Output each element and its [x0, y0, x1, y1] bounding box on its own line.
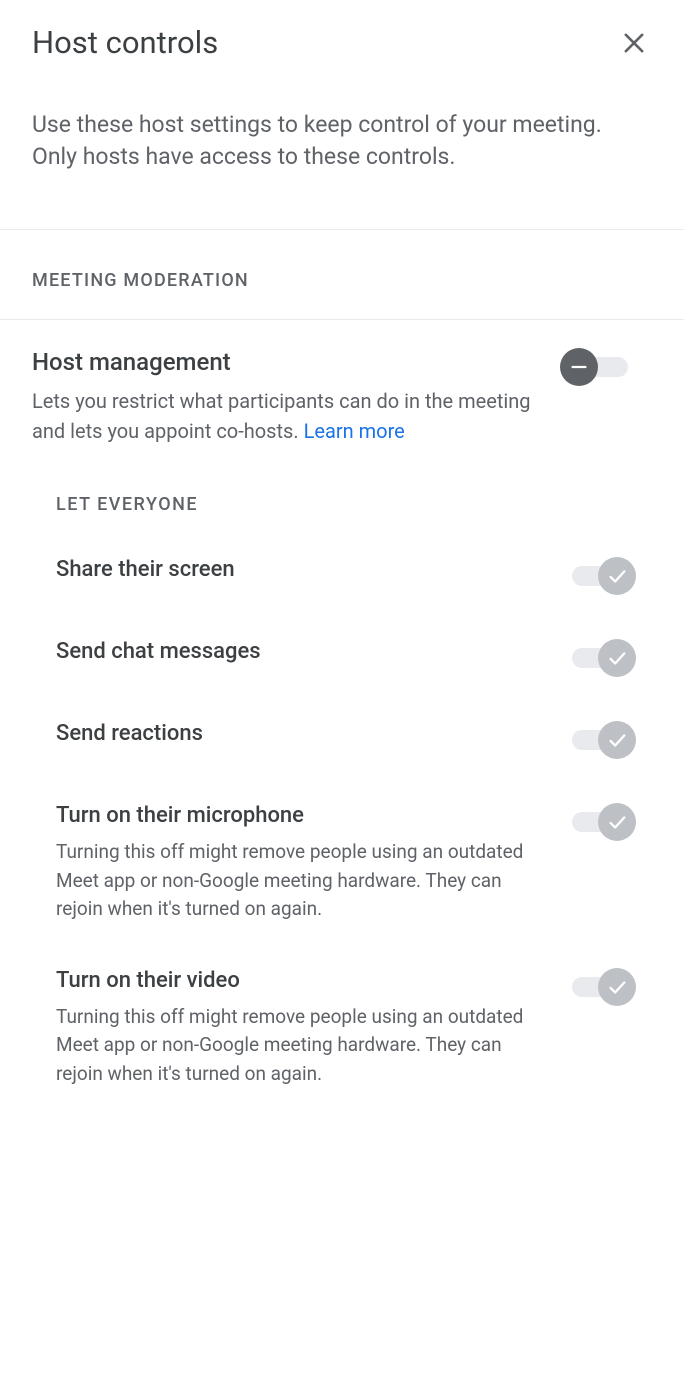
video-title: Turn on their video [56, 968, 540, 993]
microphone-description: Turning this off might remove people usi… [56, 838, 540, 924]
send-reactions-title: Send reactions [56, 721, 540, 746]
check-icon [606, 811, 628, 833]
video-description: Turning this off might remove people usi… [56, 1003, 540, 1089]
section-header-moderation: MEETING MODERATION [0, 230, 684, 320]
send-chat-toggle[interactable] [564, 639, 636, 677]
host-management-title: Host management [32, 348, 540, 376]
send-reactions-toggle[interactable] [564, 721, 636, 759]
page-title: Host controls [32, 24, 218, 61]
send-chat-title: Send chat messages [56, 639, 540, 664]
check-icon [606, 565, 628, 587]
let-everyone-header: LET EVERYONE [56, 494, 652, 515]
learn-more-link[interactable]: Learn more [304, 419, 405, 443]
microphone-toggle[interactable] [564, 803, 636, 841]
close-button[interactable] [616, 25, 652, 61]
close-icon [620, 29, 648, 57]
microphone-title: Turn on their microphone [56, 803, 540, 828]
check-icon [606, 976, 628, 998]
minus-icon [568, 356, 590, 378]
intro-text: Use these host settings to keep control … [0, 77, 684, 230]
host-management-toggle[interactable] [564, 348, 636, 386]
video-toggle[interactable] [564, 968, 636, 1006]
check-icon [606, 647, 628, 669]
share-screen-toggle[interactable] [564, 557, 636, 595]
check-icon [606, 729, 628, 751]
host-management-description: Lets you restrict what participants can … [32, 386, 540, 446]
share-screen-title: Share their screen [56, 557, 540, 582]
